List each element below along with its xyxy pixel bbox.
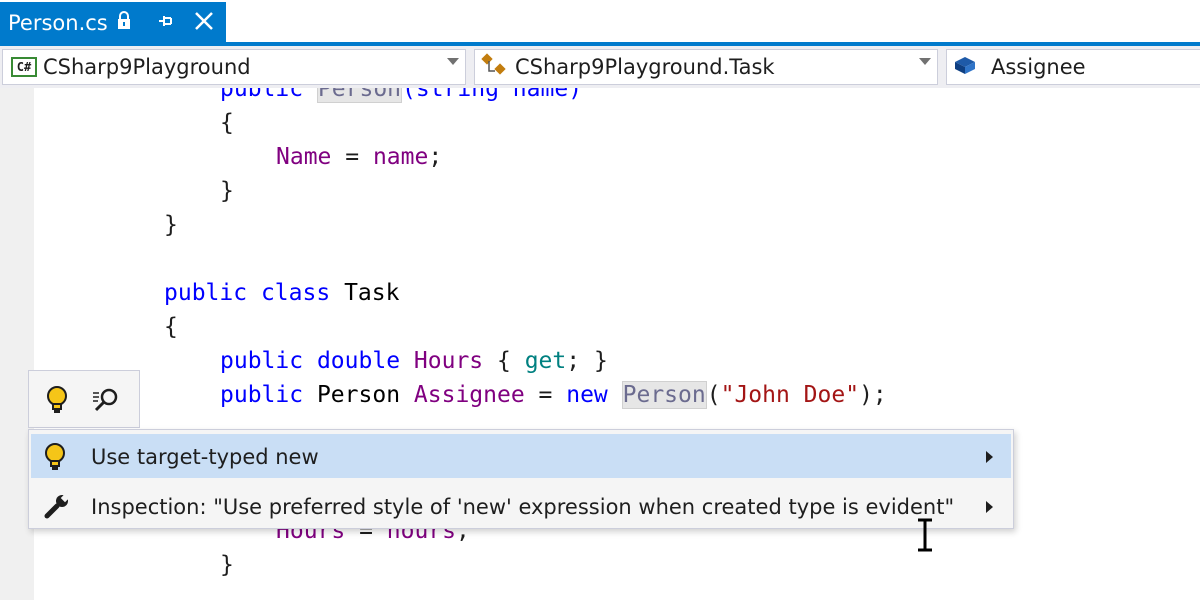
text-cursor-icon [914,518,936,556]
lock-icon [116,11,132,36]
project-dropdown-label: CSharp9Playground [43,55,251,79]
submenu-arrow-icon [986,451,993,463]
code-line: { [164,314,178,340]
lightbulb-icon [43,442,67,477]
lightbulb-icon[interactable] [45,385,69,419]
close-icon[interactable] [194,11,214,36]
menu-item-label: Inspection: "Use preferred style of 'new… [91,495,955,519]
code-line: } [220,178,234,204]
quick-actions-bar [28,370,140,428]
code-line: } [164,212,178,238]
csharp-project-icon: C# [11,57,37,77]
tab-title: Person.cs [8,11,108,35]
code-line: { [220,110,234,136]
field-icon [953,55,977,80]
pin-icon[interactable] [156,11,176,36]
code-line: } [220,552,234,578]
chevron-down-icon [447,58,459,65]
search-icon[interactable] [91,387,121,417]
chevron-down-icon [919,58,931,65]
code-line: public Person Assignee = new Person("Joh… [220,381,887,409]
code-line: public Person(string name) [220,88,582,106]
wrench-icon [43,492,71,525]
document-tab-strip: Person.cs [0,0,1200,42]
submenu-arrow-icon [986,501,993,513]
tab-person-cs[interactable]: Person.cs [0,2,226,42]
quick-actions-menu: Use target-typed new Inspection: "Use pr… [28,429,1014,529]
type-dropdown[interactable]: CSharp9Playground.Task [474,49,938,85]
menu-item-label: Use target-typed new [91,445,319,469]
code-line: public class Task [164,280,400,306]
menu-item-use-target-typed-new[interactable]: Use target-typed new [31,434,1011,478]
navigation-bar: C# CSharp9Playground CSharp9Playground.T… [0,46,1200,89]
code-line: public double Hours { get; } [220,348,608,374]
type-dropdown-label: CSharp9Playground.Task [515,55,775,79]
redundant-type-highlight: Person [621,381,707,409]
member-dropdown-label: Assignee [991,55,1086,79]
member-dropdown[interactable]: Assignee [946,49,1200,85]
class-icon [481,52,511,82]
menu-item-inspection[interactable]: Inspection: "Use preferred style of 'new… [31,484,1011,528]
code-line: Name = name; [276,144,443,170]
project-dropdown[interactable]: C# CSharp9Playground [2,49,466,85]
